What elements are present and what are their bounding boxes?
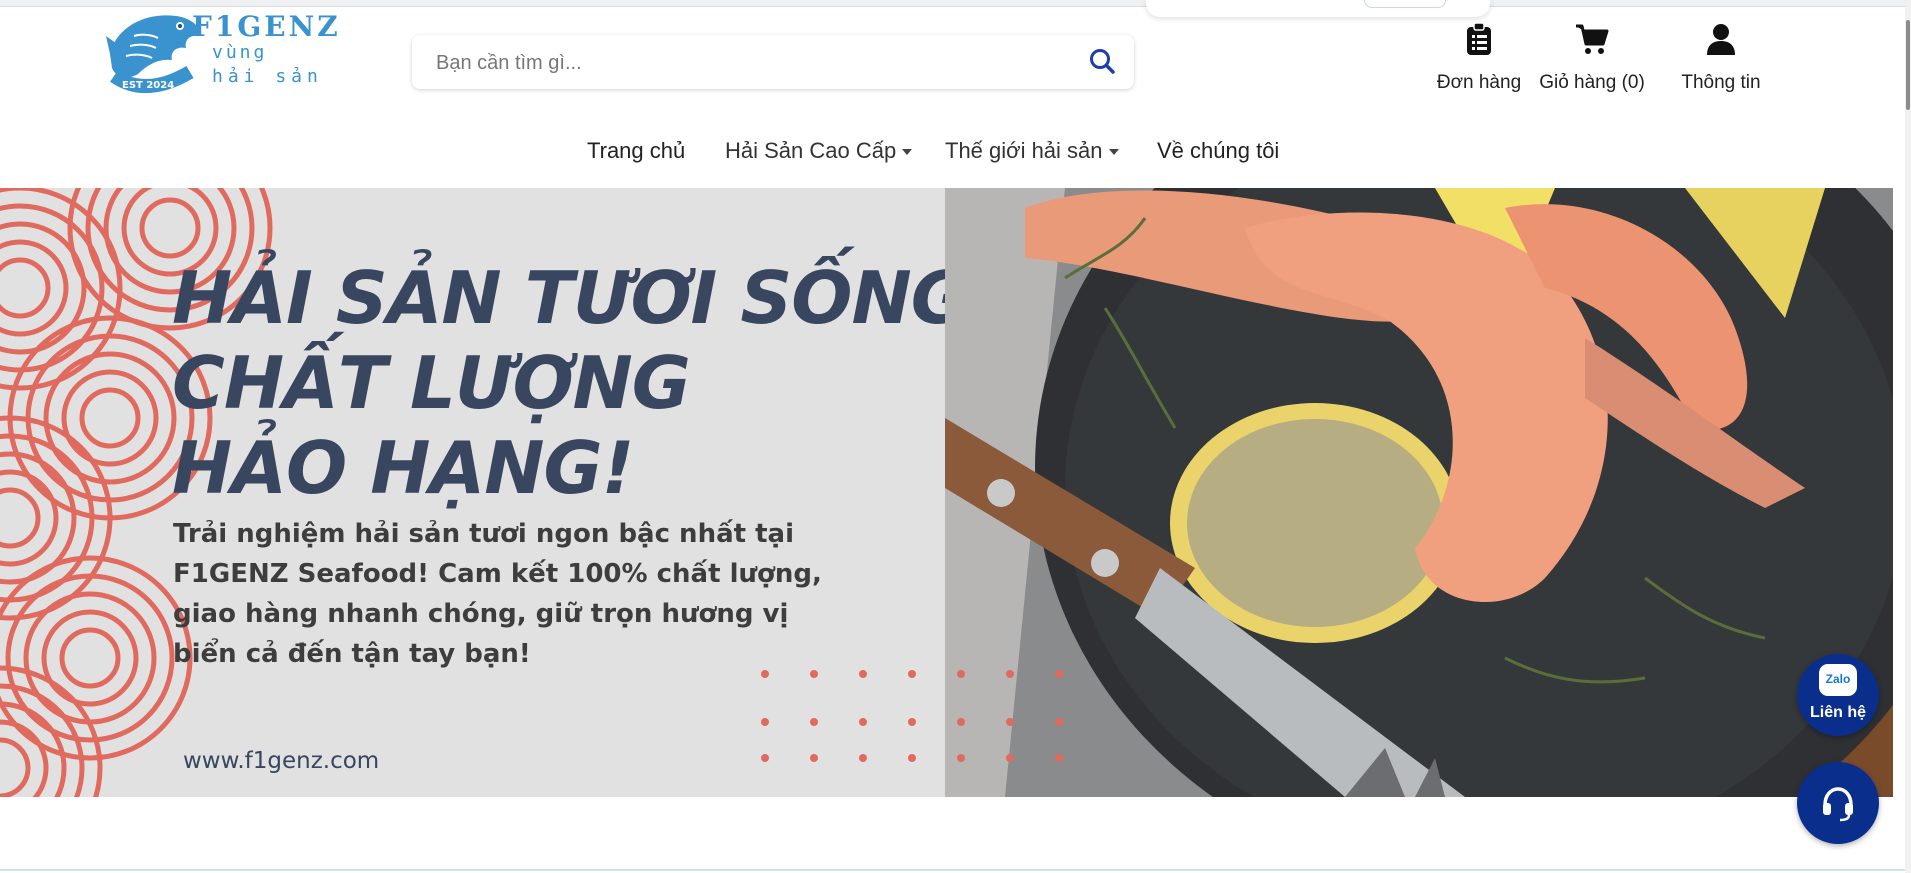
orders-link[interactable]: Đơn hàng bbox=[1424, 22, 1534, 94]
nav-item-home-label: Trang chủ bbox=[587, 138, 686, 163]
logo-line2-text: hải sản bbox=[212, 66, 323, 87]
page-bottom-divider bbox=[0, 869, 1905, 871]
nav-item-premium-seafood[interactable]: Hải Sản Cao Cấp bbox=[725, 138, 913, 164]
banner-headline-line: CHẤT LƯỢNG bbox=[172, 341, 691, 425]
cart-link[interactable]: Giỏ hàng (0) bbox=[1537, 22, 1647, 94]
account-link[interactable]: Thông tin bbox=[1666, 22, 1776, 94]
banner-website: www.f1genz.com bbox=[183, 748, 380, 774]
nav-item-home[interactable]: Trang chủ bbox=[587, 138, 685, 164]
cart-icon bbox=[1576, 24, 1609, 54]
banner-headline: HẢI SẢN TƯƠI SỐNG CHẤT LƯỢNG HẢO HẠNG! bbox=[172, 256, 945, 511]
zalo-contact-label: Liên hệ bbox=[1809, 704, 1866, 721]
logo-brand-text: F1GENZ bbox=[192, 10, 341, 43]
orders-label: Đơn hàng bbox=[1436, 72, 1522, 93]
search-input[interactable] bbox=[434, 47, 1058, 79]
clipboard-icon bbox=[1467, 22, 1491, 55]
scrollbar-thumb[interactable] bbox=[1906, 20, 1910, 110]
site-logo[interactable]: EST 2024 F1GENZ vùng hải sản bbox=[106, 6, 338, 94]
logo-est-text: EST 2024 bbox=[122, 80, 174, 91]
banner-headline-line: HẢO HẠNG! bbox=[172, 426, 634, 510]
banner-headline-line: HẢI SẢN TƯƠI SỐNG bbox=[172, 256, 945, 340]
nav-item-about-label: Về chúng tôi bbox=[1157, 138, 1280, 163]
hero-banner[interactable]: HẢI SẢN TƯƠI SỐNG CHẤT LƯỢNG HẢO HẠNG! T… bbox=[0, 188, 1893, 797]
page-scrollbar[interactable] bbox=[1905, 0, 1911, 873]
fish-logo-icon: EST 2024 bbox=[106, 15, 201, 93]
zalo-icon: Zalo bbox=[1819, 664, 1857, 696]
search-icon bbox=[1090, 49, 1115, 74]
zalo-badge-text: Zalo bbox=[1825, 672, 1851, 686]
logo-line1-text: vùng bbox=[212, 42, 268, 63]
search-button[interactable] bbox=[1086, 45, 1120, 79]
main-navigation: Trang chủ Hải Sản Cao Cấp Thế giới hải s… bbox=[0, 134, 1905, 184]
user-icon bbox=[1707, 24, 1735, 55]
chevron-down-icon bbox=[1108, 149, 1119, 156]
shrimp-plate-image bbox=[945, 188, 1893, 797]
chevron-down-icon bbox=[902, 149, 913, 156]
cart-label: Giỏ hàng (0) bbox=[1539, 72, 1645, 93]
nav-item-seafood-world[interactable]: Thế giới hải sản bbox=[945, 138, 1119, 164]
banner-shrimp-photo bbox=[945, 188, 1893, 797]
headset-icon bbox=[1823, 787, 1853, 822]
nav-item-about[interactable]: Về chúng tôi bbox=[1157, 138, 1279, 164]
nav-item-premium-seafood-label: Hải Sản Cao Cấp bbox=[725, 138, 897, 163]
zalo-contact-button[interactable]: Zalo Liên hệ bbox=[1797, 654, 1879, 736]
nav-item-seafood-world-label: Thế giới hải sản bbox=[945, 138, 1103, 163]
search-box bbox=[412, 35, 1134, 89]
popup-pill bbox=[1364, 0, 1446, 8]
support-chat-button[interactable] bbox=[1797, 762, 1879, 844]
account-label: Thông tin bbox=[1681, 72, 1761, 93]
dots-pattern-decoration bbox=[761, 670, 1063, 762]
notification-popup bbox=[1146, 0, 1490, 17]
